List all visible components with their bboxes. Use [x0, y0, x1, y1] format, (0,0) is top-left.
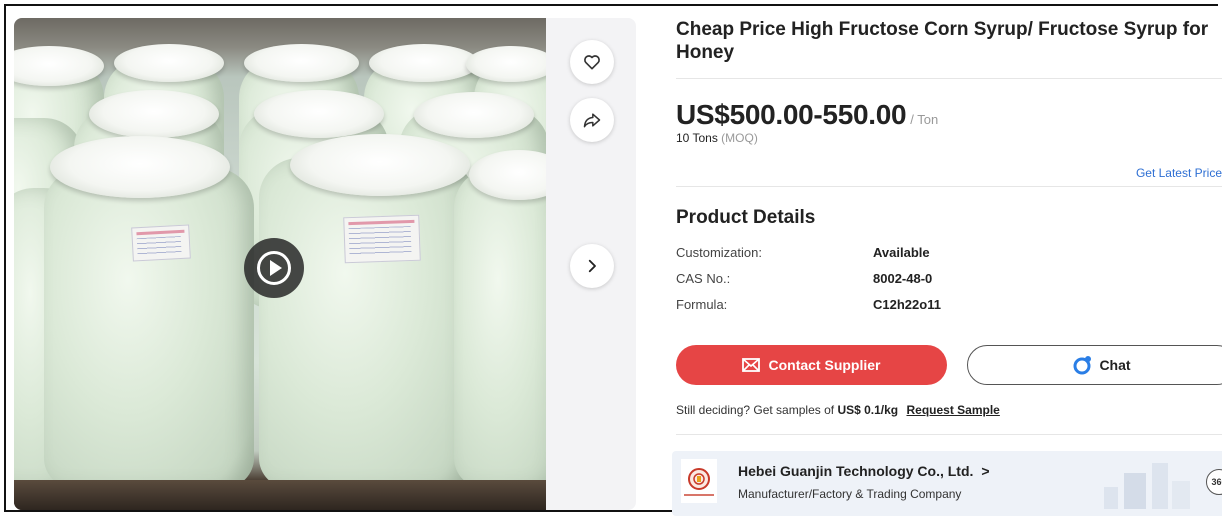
jar-lid [244, 44, 359, 82]
360-label: 360 [1211, 477, 1222, 487]
chat-button[interactable]: Chat [967, 345, 1222, 385]
share-button[interactable] [570, 98, 614, 142]
price-unit: / Ton [910, 112, 939, 127]
detail-row: CAS No.: 8002-48-0 [676, 265, 1222, 291]
price-row: US$500.00-550.00 / Ton [676, 99, 1222, 131]
chevron-right-icon: > [981, 463, 990, 479]
supplier-name: Hebei Guanjin Technology Co., Ltd. [738, 463, 974, 479]
detail-key: Customization: [676, 244, 762, 260]
contact-supplier-label: Contact Supplier [768, 357, 881, 373]
request-sample-link[interactable]: Request Sample [906, 403, 999, 417]
supplier-logo-caption [684, 493, 714, 496]
divider [676, 78, 1222, 79]
chat-label: Chat [1099, 357, 1131, 373]
share-icon [583, 113, 601, 128]
product-title: Cheap Price High Fructose Corn Syrup/ Fr… [676, 19, 1209, 63]
details-title: Product Details [676, 207, 816, 228]
detail-key: CAS No.: [676, 270, 731, 286]
jar-lid [466, 46, 546, 82]
jar-lid [369, 44, 479, 82]
chat-icon [1073, 356, 1092, 375]
price: US$500.00-550.00 [676, 99, 907, 130]
heart-icon [584, 55, 600, 70]
supplier-logo [681, 459, 717, 503]
samples-prefix: Still deciding? Get samples of [676, 403, 835, 417]
supplier-type: Manufacturer/Factory & Trading Company [738, 487, 962, 501]
jar-lid [414, 92, 534, 138]
company-seal-icon [688, 467, 710, 490]
jar-lid [290, 134, 470, 196]
buildings-illustration [1104, 463, 1190, 509]
jar [259, 158, 474, 488]
360-view-button[interactable]: 360 [1206, 469, 1222, 495]
favorite-button[interactable] [570, 40, 614, 84]
samples-line: Still deciding? Get samples of US$ 0.1/k… [676, 403, 1000, 417]
detail-value: Available [873, 244, 930, 260]
jar [44, 168, 254, 488]
detail-value: C12h22o11 [873, 296, 941, 312]
divider [676, 434, 1222, 435]
samples-price: US$ 0.1/kg [837, 403, 899, 417]
supplier-card: Hebei Guanjin Technology Co., Ltd. > Man… [672, 451, 1222, 516]
supplier-name-link[interactable]: Hebei Guanjin Technology Co., Ltd. > [738, 463, 990, 479]
moq: 10 Tons (MOQ) [676, 131, 1222, 145]
jar-lid [50, 136, 230, 198]
product-details: Product Details Customization: Available… [676, 207, 1222, 317]
product-info: Cheap Price High Fructose Corn Syrup/ Fr… [672, 18, 1222, 516]
play-video-button[interactable] [244, 238, 304, 298]
pallet [14, 480, 546, 510]
contact-supplier-button[interactable]: Contact Supplier [676, 345, 947, 385]
product-gallery [14, 18, 636, 510]
jar-lid [114, 44, 224, 82]
divider [676, 186, 1222, 187]
moq-label: (MOQ) [721, 131, 758, 145]
detail-row: Customization: Available [676, 239, 1222, 265]
detail-row: Formula: C12h22o11 [676, 291, 1222, 317]
jar-lid [89, 90, 219, 138]
play-icon [257, 251, 291, 285]
next-image-button[interactable] [570, 244, 614, 288]
get-latest-price-link[interactable]: Get Latest Price [1136, 166, 1222, 180]
jar-label [131, 224, 191, 262]
moq-value: 10 Tons [676, 131, 718, 145]
chevron-right-icon [588, 259, 596, 273]
jar-lid [254, 90, 384, 138]
jar-label [343, 214, 421, 264]
product-photo[interactable] [14, 18, 546, 510]
mail-icon [742, 358, 761, 372]
detail-key: Formula: [676, 296, 728, 312]
detail-value: 8002-48-0 [873, 270, 933, 286]
jar [454, 168, 546, 488]
